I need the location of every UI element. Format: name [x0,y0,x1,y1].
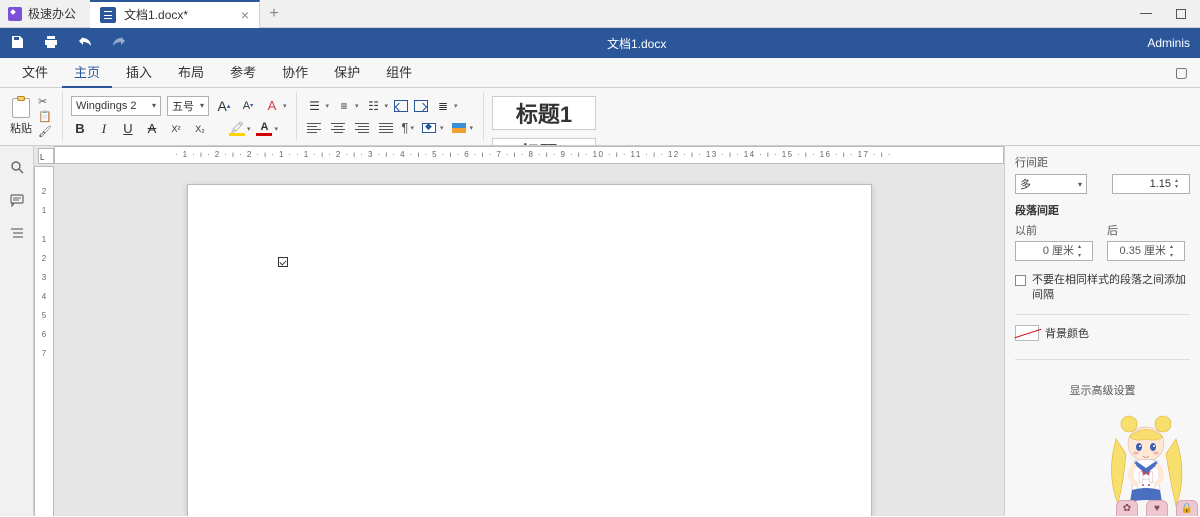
line-spacing-button[interactable]: ≣ [434,97,452,115]
print-icon[interactable] [44,35,58,52]
show-advanced-link[interactable]: 显示高级设置 [1015,382,1190,398]
format-painter-icon[interactable]: 🖌 [38,125,52,138]
align-right-button[interactable] [353,119,371,137]
menu-layout[interactable]: 布局 [166,58,216,88]
insert-shape-button[interactable] [450,119,468,137]
copy-icon[interactable]: 📋 [38,110,52,123]
underline-button[interactable]: U [119,120,137,138]
strikethrough-button[interactable]: A [143,120,161,138]
app-logo-icon [8,7,22,21]
align-justify-button[interactable] [377,119,395,137]
horizontal-ruler[interactable]: · 1 · ı · 2 · ı · 2 · ı · 1 · · 1 · ı · … [54,146,1004,164]
collapse-ribbon-icon[interactable]: ▢ [1175,64,1200,81]
bg-color-label: 背景颜色 [1045,325,1089,341]
menu-reference[interactable]: 参考 [218,58,268,88]
document-area: L · 1 · ı · 2 · ı · 2 · ı · 1 · · 1 · ı … [34,146,1004,516]
checkbox-character [278,257,288,267]
document-page[interactable] [187,184,872,516]
style-gallery: 正常 无空格 标题1 标题2 标题3 [492,92,606,141]
paste-label: 粘贴 [10,120,32,136]
no-space-same-style-check[interactable]: 不要在相同样式的段落之间添加间隔 [1015,273,1190,304]
clipboard-icon [12,98,30,118]
bg-color-swatch-icon[interactable] [1015,325,1039,341]
ruler-corner[interactable]: L [38,148,54,164]
menu-insert[interactable]: 插入 [114,58,164,88]
checkbox-icon[interactable] [1015,275,1026,286]
document-tab-title: 文档1.docx* [124,6,188,23]
title-bar-document-name: 文档1.docx [126,35,1147,52]
spacing-before-input[interactable]: 0 厘米 ▴▾ [1015,241,1093,261]
left-rail [0,146,34,516]
comments-icon[interactable] [10,193,24,210]
increase-font-icon[interactable]: A▴ [215,97,233,115]
paste-button[interactable]: 粘贴 [10,98,32,136]
minimize-icon[interactable] [1140,13,1152,14]
font-size-select[interactable]: 五号▾ [167,96,209,116]
line-spacing-mode-select[interactable]: 多▾ [1015,174,1087,194]
canvas[interactable] [54,164,1004,516]
headings-icon[interactable] [10,226,24,242]
close-tab-icon[interactable]: × [241,7,249,23]
mascot-lock-button[interactable]: 🔒 [1176,500,1198,516]
bg-color-row[interactable]: 背景颜色 [1015,325,1190,341]
line-spacing-label: 行间距 [1015,154,1190,170]
paragraph-panel: 行间距 多▾ 1.15 ▴▾ 段落间距 以前 0 厘米 ▴▾ 后 [1004,146,1200,516]
bullet-list-button[interactable]: ☰ [305,97,323,115]
decrease-font-icon[interactable]: A▾ [239,97,257,115]
vertical-ruler[interactable]: 211234567 [34,166,54,516]
font-size-value: 五号 [172,98,194,114]
font-color-button[interactable]: A [256,122,272,136]
search-icon[interactable] [10,160,24,177]
menu-file[interactable]: 文件 [10,58,60,88]
menu-home[interactable]: 主页 [62,58,112,88]
style-heading1[interactable]: 标题1 [492,96,596,130]
style-heading2[interactable]: 标题2 [492,138,596,147]
spacing-after-label: 后 [1107,222,1185,238]
para-spacing-label: 段落间距 [1015,202,1190,218]
decrease-indent-button[interactable] [394,100,408,112]
window-controls [1140,0,1200,28]
no-space-same-style-label: 不要在相同样式的段落之间添加间隔 [1032,273,1190,304]
ribbon: 粘贴 ✂ 📋 🖌 Wingdings 2▾ 五号▾ A▴ A▾ A▾ B I U… [0,88,1200,146]
mascot-heart-button[interactable]: ♥ [1146,500,1168,516]
workspace: L · 1 · ı · 2 · ı · 2 · ı · 1 · · 1 · ı … [0,146,1200,516]
paragraph-mark-button[interactable]: ¶ [401,120,408,135]
mascot-settings-button[interactable]: ✿ [1116,500,1138,516]
align-left-button[interactable] [305,119,323,137]
highlight-color-button[interactable]: 🖍 [229,122,245,136]
spacing-after-input[interactable]: 0.35 厘米 ▴▾ [1107,241,1185,261]
new-tab-button[interactable]: + [260,0,288,28]
increase-indent-button[interactable] [414,100,428,112]
title-bar: 文档1.docx Adminis [0,28,1200,58]
bold-button[interactable]: B [71,120,89,138]
align-center-button[interactable] [329,119,347,137]
subscript-button[interactable]: X₂ [191,120,209,138]
shading-button[interactable]: ◆ [420,119,438,137]
save-icon[interactable] [10,35,24,52]
maximize-icon[interactable] [1176,9,1186,19]
undo-icon[interactable] [78,36,92,51]
menu-collab[interactable]: 协作 [270,58,320,88]
document-icon [100,7,116,23]
redo-icon[interactable] [112,36,126,51]
line-spacing-value-input[interactable]: 1.15 ▴▾ [1112,174,1190,194]
spacing-before-label: 以前 [1015,222,1093,238]
menu-component[interactable]: 组件 [374,58,424,88]
app-tab[interactable]: 极速办公 [0,0,90,28]
multilevel-list-button[interactable]: ☷ [365,97,383,115]
number-list-button[interactable]: ≡ [335,97,353,115]
menu-protect[interactable]: 保护 [322,58,372,88]
font-family-select[interactable]: Wingdings 2▾ [71,96,161,116]
font-family-value: Wingdings 2 [76,100,137,112]
cut-icon[interactable]: ✂ [38,95,52,108]
user-name[interactable]: Adminis [1147,36,1190,50]
italic-button[interactable]: I [95,120,113,138]
window-tab-bar: 极速办公 文档1.docx* × + [0,0,1200,28]
document-tab[interactable]: 文档1.docx* × [90,0,260,28]
superscript-button[interactable]: X² [167,120,185,138]
change-case-icon[interactable]: A [263,97,281,115]
app-name: 极速办公 [28,5,76,22]
menu-tab-bar: 文件 主页 插入 布局 参考 协作 保护 组件 ▢ [0,58,1200,88]
